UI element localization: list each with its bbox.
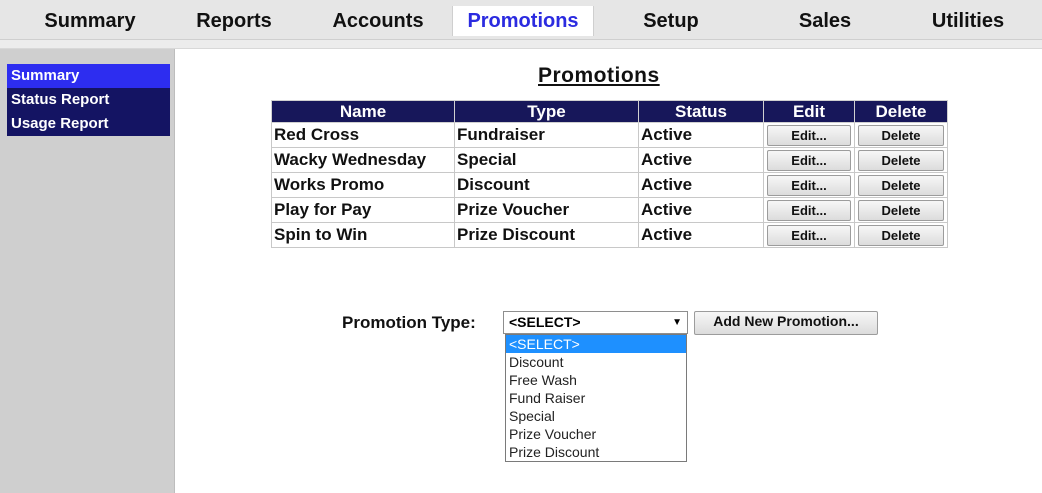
promotions-table: Name Type Status Edit Delete Red Cross F… xyxy=(271,100,948,248)
delete-cell: Delete xyxy=(854,222,948,248)
edit-button[interactable]: Edit... xyxy=(767,224,851,246)
column-header-type: Type xyxy=(454,100,639,123)
tab-reports[interactable]: Reports xyxy=(186,6,282,36)
promo-status: Active xyxy=(638,172,764,198)
edit-cell: Edit... xyxy=(763,172,855,198)
promo-status: Active xyxy=(638,197,764,223)
dropdown-arrow-icon: ▼ xyxy=(672,317,682,328)
edit-cell: Edit... xyxy=(763,222,855,248)
dropdown-option[interactable]: Prize Voucher xyxy=(506,425,686,443)
nav-divider xyxy=(0,40,1042,49)
edit-button[interactable]: Edit... xyxy=(767,149,851,171)
promo-name: Play for Pay xyxy=(271,197,455,223)
dropdown-option[interactable]: Special xyxy=(506,407,686,425)
delete-cell: Delete xyxy=(854,147,948,173)
edit-cell: Edit... xyxy=(763,147,855,173)
tab-setup[interactable]: Setup xyxy=(630,6,712,36)
dropdown-option[interactable]: Discount xyxy=(506,353,686,371)
promo-type: Prize Voucher xyxy=(454,197,639,223)
add-new-promotion-button[interactable]: Add New Promotion... xyxy=(694,311,878,335)
promotion-type-dropdown-list: <SELECT> Discount Free Wash Fund Raiser … xyxy=(505,334,687,462)
delete-cell: Delete xyxy=(854,122,948,148)
table-row: Spin to Win Prize Discount Active Edit..… xyxy=(271,222,948,248)
delete-cell: Delete xyxy=(854,172,948,198)
table-row: Play for Pay Prize Voucher Active Edit..… xyxy=(271,197,948,223)
promo-status: Active xyxy=(638,222,764,248)
delete-button[interactable]: Delete xyxy=(858,124,944,146)
edit-button[interactable]: Edit... xyxy=(767,199,851,221)
column-header-edit: Edit xyxy=(763,100,855,123)
tab-promotions[interactable]: Promotions xyxy=(452,6,594,36)
promotion-type-label: Promotion Type: xyxy=(342,313,476,332)
sidebar-item-summary[interactable]: Summary xyxy=(7,64,170,88)
edit-cell: Edit... xyxy=(763,197,855,223)
sidebar-item-usage-report[interactable]: Usage Report xyxy=(7,112,170,136)
select-value: <SELECT> xyxy=(509,314,581,330)
edit-cell: Edit... xyxy=(763,122,855,148)
table-row: Red Cross Fundraiser Active Edit... Dele… xyxy=(271,122,948,148)
tab-utilities[interactable]: Utilities xyxy=(918,6,1018,36)
sidebar: Summary Status Report Usage Report xyxy=(0,49,175,493)
promo-status: Active xyxy=(638,122,764,148)
delete-button[interactable]: Delete xyxy=(858,199,944,221)
dropdown-option[interactable]: <SELECT> xyxy=(506,335,686,353)
dropdown-option[interactable]: Prize Discount xyxy=(506,443,686,461)
promo-name: Wacky Wednesday xyxy=(271,147,455,173)
edit-button[interactable]: Edit... xyxy=(767,174,851,196)
promo-type: Special xyxy=(454,147,639,173)
sidebar-menu: Summary Status Report Usage Report xyxy=(7,64,170,136)
delete-button[interactable]: Delete xyxy=(858,149,944,171)
tab-accounts[interactable]: Accounts xyxy=(323,6,433,36)
column-header-delete: Delete xyxy=(854,100,948,123)
column-header-name: Name xyxy=(271,100,455,123)
promo-name: Works Promo xyxy=(271,172,455,198)
delete-button[interactable]: Delete xyxy=(858,174,944,196)
promotion-type-select[interactable]: <SELECT> ▼ xyxy=(503,311,688,334)
page-title: Promotions xyxy=(538,64,660,87)
dropdown-option[interactable]: Fund Raiser xyxy=(506,389,686,407)
top-nav: Summary Reports Accounts Promotions Setu… xyxy=(0,0,1042,40)
table-row: Wacky Wednesday Special Active Edit... D… xyxy=(271,147,948,173)
tab-summary[interactable]: Summary xyxy=(28,6,152,36)
delete-button[interactable]: Delete xyxy=(858,224,944,246)
sidebar-item-status-report[interactable]: Status Report xyxy=(7,88,170,112)
promo-name: Red Cross xyxy=(271,122,455,148)
promo-type: Prize Discount xyxy=(454,222,639,248)
promo-name: Spin to Win xyxy=(271,222,455,248)
dropdown-option[interactable]: Free Wash xyxy=(506,371,686,389)
edit-button[interactable]: Edit... xyxy=(767,124,851,146)
delete-cell: Delete xyxy=(854,197,948,223)
promo-type: Fundraiser xyxy=(454,122,639,148)
column-header-status: Status xyxy=(638,100,764,123)
promo-status: Active xyxy=(638,147,764,173)
tab-sales[interactable]: Sales xyxy=(785,6,865,36)
table-header-row: Name Type Status Edit Delete xyxy=(271,100,948,123)
table-row: Works Promo Discount Active Edit... Dele… xyxy=(271,172,948,198)
promo-type: Discount xyxy=(454,172,639,198)
